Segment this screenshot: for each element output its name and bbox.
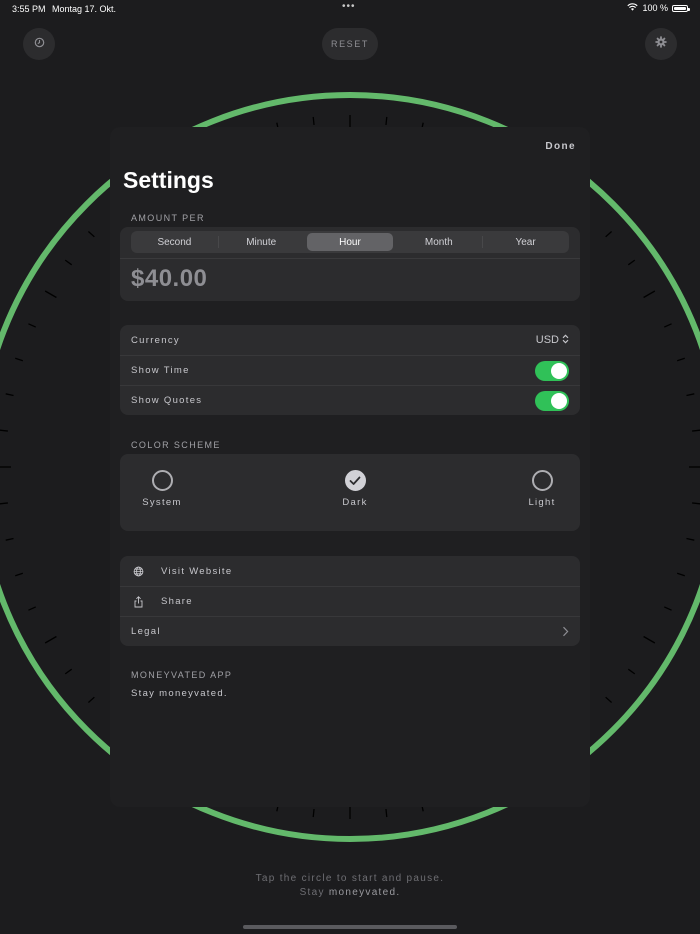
dial-tick: [15, 572, 24, 577]
color-scheme-card: System Dark Light: [120, 454, 580, 531]
dial-tick: [64, 668, 73, 675]
dial-tick: [643, 290, 656, 299]
show-time-row: Show Time: [120, 355, 580, 385]
dial-tick: [28, 323, 37, 328]
dial-tick: [44, 635, 57, 644]
show-time-toggle[interactable]: [535, 360, 569, 381]
dial-tick: [686, 393, 695, 397]
currency-row[interactable]: Currency USD: [120, 325, 580, 355]
dial-tick: [627, 668, 636, 675]
status-time: 3:55 PM: [12, 4, 46, 14]
links-card: Visit Website Share Legal: [120, 556, 580, 646]
dial-tick: [87, 696, 95, 704]
scheme-option-dark[interactable]: Dark: [325, 470, 385, 508]
show-quotes-label: Show Quotes: [131, 395, 203, 406]
dial-tick: [44, 290, 57, 299]
dial-tick: [692, 429, 700, 432]
page-title: Settings: [123, 167, 214, 193]
amount-card: Second Minute Hour Month Year $40.00: [120, 227, 580, 301]
dial-tick: [676, 357, 685, 362]
color-scheme-label: COLOR SCHEME: [131, 440, 221, 450]
dial-tick: [5, 393, 14, 397]
globe-icon: [131, 564, 145, 578]
dial-tick: [385, 116, 388, 125]
battery-icon: [672, 4, 690, 12]
home-indicator[interactable]: [243, 925, 457, 929]
dial-tick: [605, 696, 613, 704]
status-date: Montag 17. Okt.: [52, 4, 117, 14]
dial-tick: [0, 429, 8, 432]
currency-label: Currency: [131, 334, 180, 346]
about-app-name: MONEYVATED APP: [131, 670, 233, 680]
amount-field[interactable]: $40.00: [131, 265, 207, 293]
battery-percent: 100 %: [642, 3, 668, 13]
segment-second[interactable]: Second: [131, 231, 218, 253]
currency-value: USD: [535, 334, 559, 346]
dial-tick: [686, 537, 695, 541]
done-button[interactable]: Done: [545, 141, 576, 152]
legal-label: Legal: [131, 626, 161, 637]
dial-tick: [312, 809, 315, 818]
dial-tick: [15, 357, 24, 362]
radio-unchecked-icon: [531, 470, 553, 491]
status-bar: 3:55 PM Montag 17. Okt. ••• 100 %: [0, 0, 700, 18]
segment-year[interactable]: Year: [482, 231, 569, 253]
share-label: Share: [161, 596, 193, 607]
scheme-label-light: Light: [528, 497, 556, 508]
visit-website-label: Visit Website: [161, 565, 233, 577]
legal-row[interactable]: Legal: [120, 616, 580, 646]
dial-tick: [5, 537, 14, 541]
share-icon: [131, 595, 145, 609]
reset-button[interactable]: RESET: [322, 28, 378, 60]
dial-tick: [605, 230, 613, 238]
currency-picker[interactable]: USD: [536, 334, 569, 347]
settings-sheet: Done Settings AMOUNT PER Second Minute H…: [110, 127, 590, 807]
history-button[interactable]: [23, 28, 55, 60]
footer-tagline-emph: moneyvated.: [328, 887, 401, 898]
segment-hour[interactable]: Hour: [306, 233, 394, 251]
chevron-up-down-icon: [562, 334, 569, 347]
scheme-option-light[interactable]: Light: [512, 470, 572, 508]
dial-tick: [692, 502, 700, 505]
dial-tick: [0, 502, 8, 505]
clock-icon: [34, 35, 45, 53]
dial-tick: [87, 230, 95, 238]
checkmark-icon: [344, 470, 366, 491]
settings-button[interactable]: [645, 28, 677, 60]
dial-tick: [627, 259, 636, 266]
segment-month[interactable]: Month: [395, 231, 482, 253]
dial-tick: [663, 323, 672, 328]
multitask-dots[interactable]: •••: [342, 1, 356, 12]
footer-tagline-prefix: Stay: [299, 887, 325, 898]
scheme-option-system[interactable]: System: [132, 470, 192, 508]
radio-unchecked-icon: [151, 470, 173, 491]
amount-period-segmented[interactable]: Second Minute Hour Month Year: [131, 231, 569, 253]
footer-hint: Tap the circle to start and pause.: [255, 873, 445, 884]
dial-tick: [64, 259, 73, 266]
footer-tagline: Stay moneyvated.: [0, 887, 700, 898]
divider: [120, 258, 580, 259]
preferences-card: Currency USD Show Time Show Quotes: [120, 325, 580, 415]
amount-per-label: AMOUNT PER: [131, 213, 205, 223]
segment-minute[interactable]: Minute: [217, 231, 305, 253]
dial-tick: [312, 116, 315, 125]
gear-icon: [655, 35, 667, 53]
show-quotes-row: Show Quotes: [120, 385, 580, 415]
dial-tick: [663, 606, 672, 611]
show-time-label: Show Time: [131, 365, 190, 376]
dial-tick: [676, 572, 685, 577]
dial-tick: [385, 809, 388, 818]
dial-tick: [28, 606, 37, 611]
wifi-icon: [627, 3, 639, 13]
share-row[interactable]: Share: [120, 586, 580, 616]
scheme-label-system: System: [142, 497, 182, 508]
chevron-right-icon: [562, 626, 569, 637]
show-quotes-toggle[interactable]: [535, 390, 569, 411]
about-tagline: Stay moneyvated.: [131, 688, 228, 699]
dial-tick: [643, 635, 656, 644]
visit-website-row[interactable]: Visit Website: [120, 556, 580, 586]
scheme-label-dark: Dark: [342, 497, 368, 508]
